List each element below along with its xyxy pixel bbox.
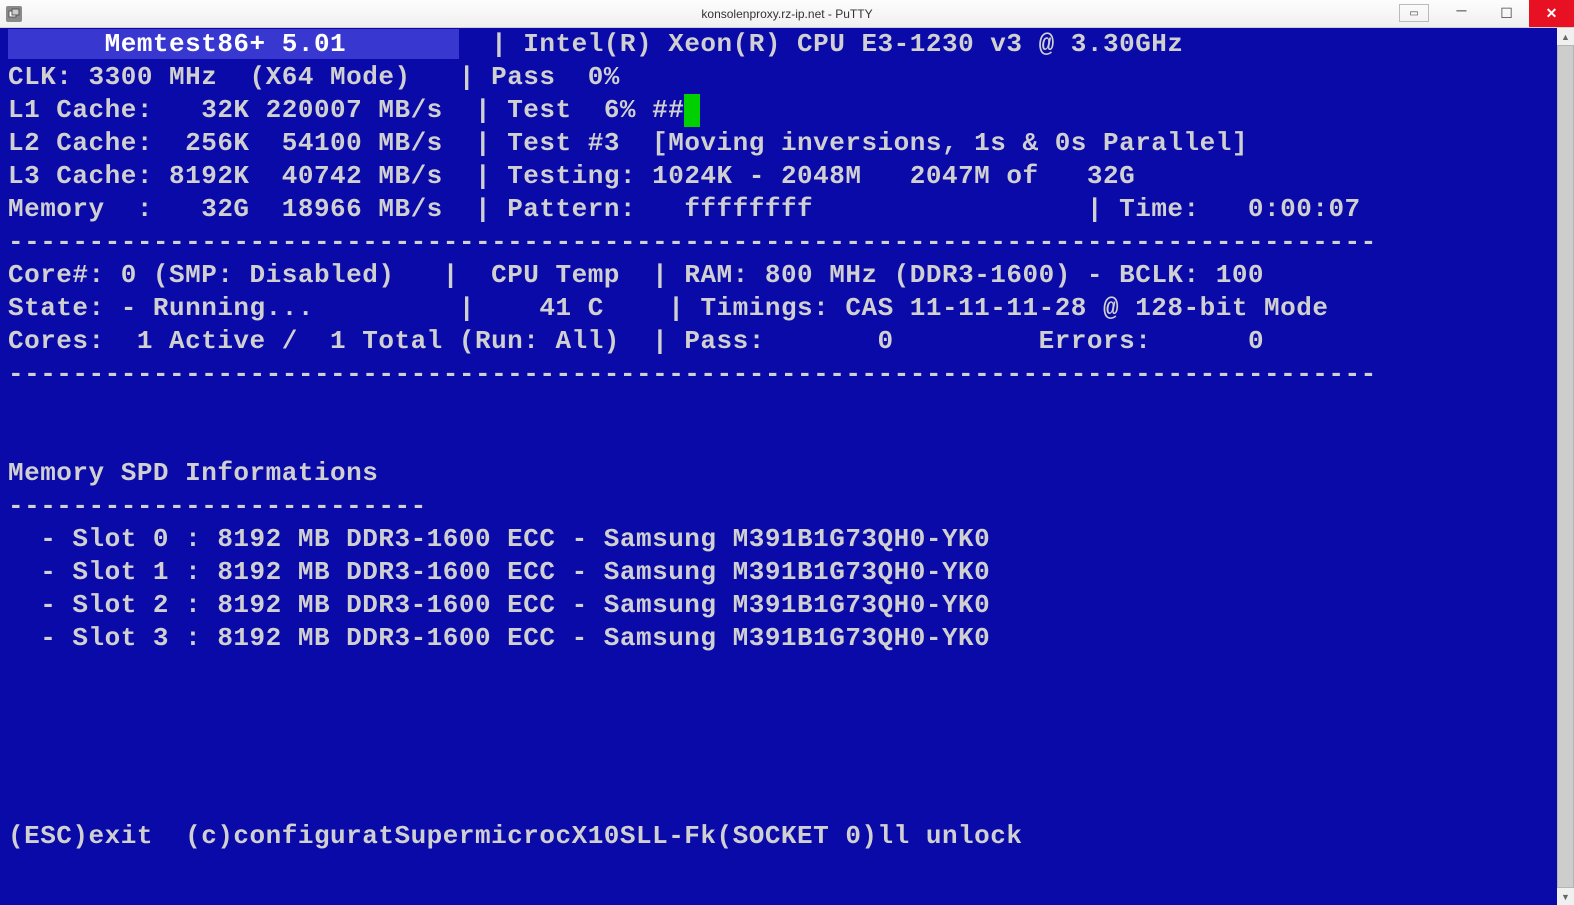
terminal-output[interactable]: Memtest86+ 5.01 | Intel(R) Xeon(R) CPU E… — [8, 28, 1557, 905]
test-percent: Test 6% ## — [507, 95, 684, 125]
window-title: konsolenproxy.rz-ip.net - PuTTY — [701, 7, 872, 21]
cores-info: Cores: 1 Active / 1 Total (Run: All) — [8, 326, 620, 356]
close-button[interactable] — [1529, 0, 1574, 27]
progress-block — [684, 94, 700, 127]
cpu-temp-label: CPU Temp — [491, 260, 620, 290]
maximize-button[interactable] — [1484, 0, 1529, 27]
putty-icon — [6, 6, 22, 22]
timings: Timings: CAS 11-11-11-28 @ 128-bit Mode — [700, 293, 1328, 323]
ram-info: RAM: 800 MHz (DDR3-1600) - BCLK: 100 — [684, 260, 1264, 290]
scroll-thumb[interactable] — [1557, 45, 1574, 888]
pattern: Pattern: ffffffff — [507, 194, 813, 224]
scroll-up-arrow[interactable]: ▲ — [1557, 28, 1574, 45]
cpu-temp: 41 C — [539, 293, 603, 323]
separator: ----------------------------------------… — [8, 227, 1377, 257]
footer-hotkeys: (ESC)exit (c)configuratSupermicrocX10SLL… — [8, 821, 1022, 851]
memory-info: Memory : 32G 18966 MB/s — [8, 194, 443, 224]
pass-count: Pass: 0 — [684, 326, 893, 356]
window-titlebar: konsolenproxy.rz-ip.net - PuTTY — [0, 0, 1574, 28]
spd-slot: - Slot 2 : 8192 MB DDR3-1600 ECC - Samsu… — [8, 590, 990, 620]
test-name: Test #3 [Moving inversions, 1s & 0s Para… — [507, 128, 1248, 158]
clk-info: CLK: 3300 MHz (X64 Mode) — [8, 62, 411, 92]
l1-cache: L1 Cache: 32K 220007 MB/s — [8, 95, 443, 125]
spd-title: Memory SPD Informations — [8, 458, 378, 488]
spd-slot: - Slot 1 : 8192 MB DDR3-1600 ECC - Samsu… — [8, 557, 990, 587]
state-info: State: - Running... — [8, 293, 314, 323]
pass-percent: Pass 0% — [491, 62, 620, 92]
separator: ----------------------------------------… — [8, 359, 1377, 389]
vertical-scrollbar[interactable]: ▲ ▼ — [1557, 28, 1574, 905]
scroll-down-arrow[interactable]: ▼ — [1557, 888, 1574, 905]
memtest-title: Memtest86+ 5.01 — [8, 29, 459, 59]
cpu-info: Intel(R) Xeon(R) CPU E3-1230 v3 @ 3.30GH… — [523, 29, 1183, 59]
spd-dash: -------------------------- — [8, 491, 427, 521]
l2-cache: L2 Cache: 256K 54100 MB/s — [8, 128, 443, 158]
error-count: Errors: 0 — [1039, 326, 1264, 356]
core-info: Core#: 0 (SMP: Disabled) — [8, 260, 394, 290]
spd-slot: - Slot 0 : 8192 MB DDR3-1600 ECC - Samsu… — [8, 524, 990, 554]
l3-cache: L3 Cache: 8192K 40742 MB/s — [8, 161, 443, 191]
elapsed-time: Time: 0:00:07 — [1119, 194, 1361, 224]
spd-slot: - Slot 3 : 8192 MB DDR3-1600 ECC - Samsu… — [8, 623, 990, 653]
scroll-track[interactable] — [1557, 45, 1574, 888]
minimize-button[interactable] — [1439, 0, 1484, 27]
testing-range: Testing: 1024K - 2048M 2047M of 32G — [507, 161, 1135, 191]
window-restore-icon[interactable] — [1399, 4, 1429, 22]
